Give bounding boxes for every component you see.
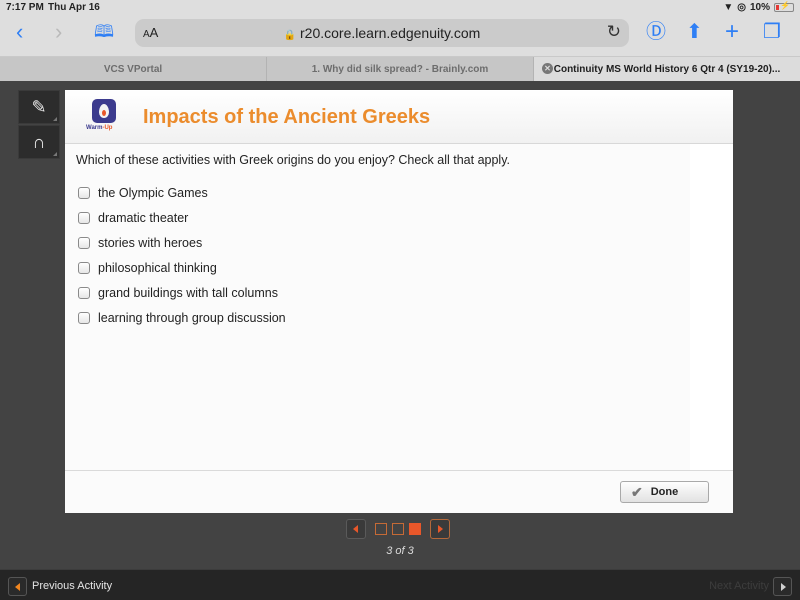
activity-header: Warm-Up Impacts of the Ancient Greeks	[65, 90, 733, 144]
previous-activity-button[interactable]	[8, 577, 27, 596]
option-dramatic-theater[interactable]: dramatic theater	[78, 205, 286, 230]
answer-options: the Olympic Games dramatic theater stori…	[78, 180, 286, 330]
checkbox[interactable]	[78, 261, 90, 274]
pencil-icon: ✎	[31, 96, 47, 117]
page-count: 3 of 3	[386, 545, 414, 557]
checkbox[interactable]	[78, 286, 90, 299]
arrow-left-icon	[15, 583, 20, 591]
next-activity-label: Next Activity	[709, 580, 769, 592]
browser-chrome: 7:17 PM Thu Apr 16 ▼ ◎ 10% ‹ › 🕮 AA 🔒 r2…	[0, 0, 800, 56]
option-olympic-games[interactable]: the Olympic Games	[78, 180, 286, 205]
tab-brainly[interactable]: 1. Why did silk spread? - Brainly.com	[267, 57, 534, 81]
warm-up-badge-icon	[92, 99, 116, 123]
next-activity-button[interactable]	[773, 577, 792, 596]
next-page-button[interactable]	[430, 519, 450, 539]
status-time: 7:17 PM	[6, 2, 44, 13]
pencil-tool-button[interactable]: ✎	[18, 90, 60, 124]
option-group-discussion[interactable]: learning through group discussion	[78, 305, 286, 330]
activity-nav-bar: Previous Activity Next Activity	[0, 569, 800, 600]
bookmarks-icon[interactable]: 🕮	[94, 20, 114, 44]
back-button[interactable]: ‹	[16, 20, 23, 44]
checkbox[interactable]	[78, 186, 90, 199]
previous-page-button[interactable]	[346, 519, 366, 539]
checkbox[interactable]	[78, 236, 90, 249]
option-philosophical-thinking[interactable]: philosophical thinking	[78, 255, 286, 280]
arrow-right-icon	[781, 583, 786, 591]
download-icon[interactable]: Ⓓ	[646, 20, 666, 44]
flame-icon	[99, 104, 109, 118]
tabs-overview-icon[interactable]: ❐	[763, 20, 781, 44]
orientation-lock-icon: ◎	[737, 2, 746, 13]
lock-icon: 🔒	[283, 30, 297, 41]
forward-button[interactable]: ›	[55, 20, 62, 44]
arrow-left-icon	[353, 525, 358, 533]
question-prompt: Which of these activities with Greek ori…	[76, 153, 511, 167]
done-button[interactable]: ✔ Done	[620, 481, 709, 503]
url-text: r20.core.learn.edgenuity.com	[300, 25, 481, 41]
warm-up-label: Warm-Up	[86, 125, 113, 131]
share-icon[interactable]: ⬆	[686, 20, 703, 44]
page-1-indicator[interactable]	[375, 523, 387, 535]
wifi-icon: ▼	[723, 2, 734, 13]
audio-tool-button[interactable]: ∩	[18, 125, 60, 159]
tab-bar: VCS VPortal 1. Why did silk spread? - Br…	[0, 56, 800, 81]
tab-edgenuity[interactable]: ✕ Continuity MS World History 6 Qtr 4 (S…	[534, 57, 800, 81]
reload-icon[interactable]: ↻	[607, 22, 621, 42]
page-2-indicator[interactable]	[392, 523, 404, 535]
page-3-indicator[interactable]	[409, 523, 421, 535]
tab-vcs-vportal[interactable]: VCS VPortal	[0, 57, 267, 81]
address-bar[interactable]: AA 🔒 r20.core.learn.edgenuity.com ↻	[135, 19, 629, 47]
panel-gutter	[690, 144, 733, 470]
battery-percent: 10%	[749, 2, 770, 13]
activity-footer: ✔ Done	[65, 470, 733, 513]
option-stories-with-heroes[interactable]: stories with heroes	[78, 230, 286, 255]
battery-icon	[774, 1, 794, 12]
checkbox[interactable]	[78, 211, 90, 224]
option-grand-buildings[interactable]: grand buildings with tall columns	[78, 280, 286, 305]
previous-activity-label[interactable]: Previous Activity	[32, 580, 112, 592]
headphones-icon: ∩	[32, 131, 46, 152]
activity-panel: Warm-Up Impacts of the Ancient Greeks Wh…	[65, 90, 733, 513]
status-date: Thu Apr 16	[48, 2, 100, 13]
checkbox[interactable]	[78, 311, 90, 324]
checkmark-icon: ✔	[631, 483, 643, 500]
status-indicators: ▼ ◎ 10%	[723, 1, 794, 13]
new-tab-icon[interactable]: +	[725, 20, 739, 44]
activity-title: Impacts of the Ancient Greeks	[143, 106, 431, 128]
close-tab-icon[interactable]: ✕	[542, 63, 553, 74]
arrow-right-icon	[438, 525, 443, 533]
